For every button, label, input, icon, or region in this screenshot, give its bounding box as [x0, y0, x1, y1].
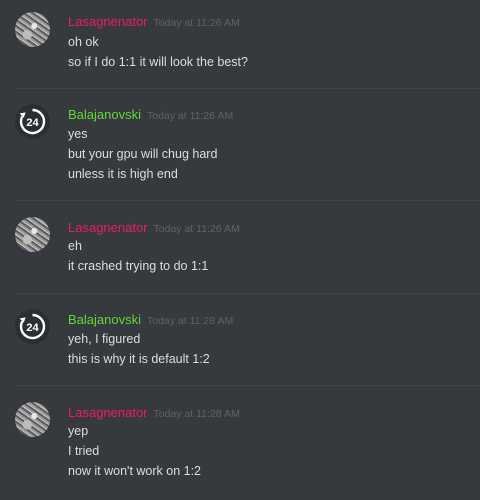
24-clock-icon: 24: [19, 313, 46, 340]
user-avatar[interactable]: [15, 217, 50, 252]
message-text: now it won't work on 1:2: [68, 464, 202, 478]
user-avatar[interactable]: 24: [15, 309, 50, 344]
svg-text:24: 24: [26, 117, 39, 129]
username[interactable]: Lasagnenator: [68, 220, 148, 235]
message-text: yes: [68, 127, 88, 141]
message-header: Lasagnenator Today at 11:28 AM: [68, 404, 240, 422]
message-text: I tried: [68, 444, 100, 458]
message-divider: [16, 200, 480, 201]
username[interactable]: Balajanovski: [68, 107, 141, 122]
timestamp: Today at 11:28 AM: [153, 408, 240, 420]
message-text: it crashed trying to do 1:1: [68, 259, 209, 273]
message-text: so if I do 1:1 it will look the best?: [68, 55, 248, 69]
timestamp: Today at 11:28 AM: [147, 315, 234, 327]
username[interactable]: Lasagnenator: [68, 14, 148, 29]
message-header: Balajanovski Today at 11:28 AM: [68, 311, 233, 329]
user-avatar[interactable]: 24: [15, 104, 50, 139]
message-header: Lasagnenator Today at 11:26 AM: [68, 219, 240, 237]
message-header: Lasagnenator Today at 11:26 AM: [68, 13, 240, 31]
message-divider: [16, 385, 480, 386]
message-text: yep: [68, 424, 89, 438]
timestamp: Today at 11:26 AM: [153, 223, 240, 235]
user-avatar[interactable]: [15, 402, 50, 437]
message-text: oh ok: [68, 35, 99, 49]
24-clock-icon: 24: [19, 108, 46, 135]
message-text: eh: [68, 239, 82, 253]
message-header: Balajanovski Today at 11:26 AM: [68, 106, 233, 124]
message-text: unless it is high end: [68, 167, 178, 181]
message-text: yeh, I figured: [68, 332, 141, 346]
message-divider: [16, 88, 480, 89]
message-divider: [16, 293, 480, 294]
svg-text:24: 24: [26, 322, 39, 334]
username[interactable]: Lasagnenator: [68, 405, 148, 420]
message-text: this is why it is default 1:2: [68, 352, 210, 366]
timestamp: Today at 11:26 AM: [147, 110, 234, 122]
message-text: but your gpu will chug hard: [68, 147, 218, 161]
chat-message-list: Lasagnenator Today at 11:26 AM oh ok so i…: [0, 0, 480, 500]
username[interactable]: Balajanovski: [68, 312, 141, 327]
user-avatar[interactable]: [15, 12, 50, 47]
timestamp: Today at 11:26 AM: [153, 17, 240, 29]
